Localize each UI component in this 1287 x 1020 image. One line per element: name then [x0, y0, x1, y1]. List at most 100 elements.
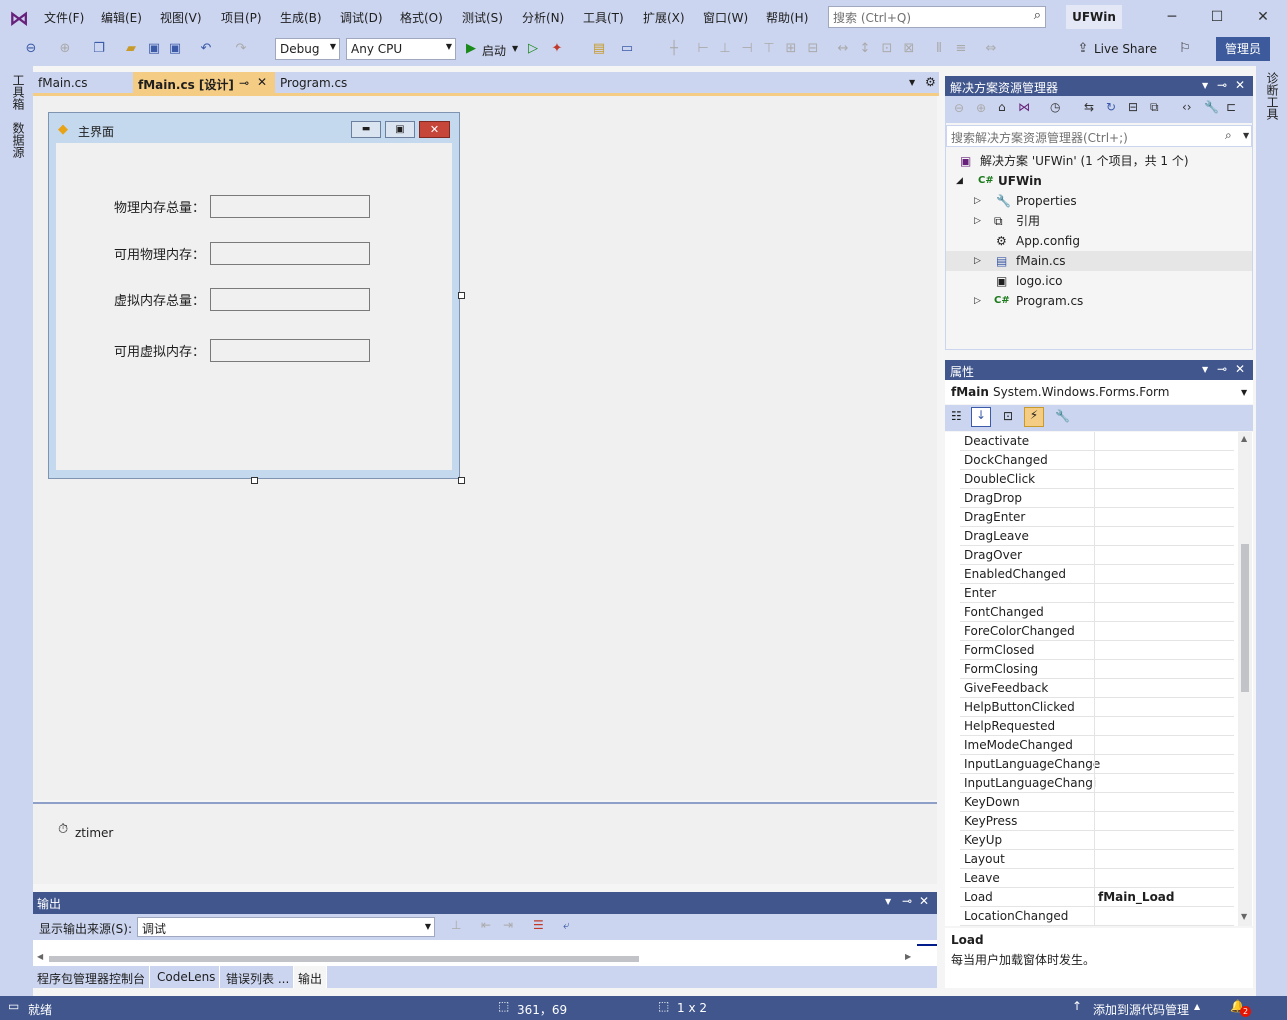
tab-fmain-designer[interactable]: fMain.cs [设计] ⊸ ✕: [133, 72, 275, 94]
forward-icon[interactable]: ⊕: [56, 40, 74, 58]
se-pin-icon[interactable]: ⊸: [1217, 78, 1227, 92]
output-close-icon[interactable]: ✕: [919, 894, 929, 908]
hot-reload-icon[interactable]: ✦: [548, 40, 566, 58]
start-icon[interactable]: ▶: [462, 40, 480, 58]
se-close-icon[interactable]: ✕: [1235, 78, 1245, 92]
align-centers-icon[interactable]: ⊥: [716, 40, 734, 58]
next-message-icon[interactable]: ⇥: [503, 918, 513, 932]
menu-item-11[interactable]: 窗口(W): [703, 9, 748, 26]
props-scroll-thumb[interactable]: [1241, 544, 1249, 692]
menu-item-12[interactable]: 帮助(H): [766, 9, 808, 26]
form-maximize-icon[interactable]: ▣: [385, 121, 415, 138]
textbox-physical-available[interactable]: [210, 242, 370, 265]
se-switch-views-icon[interactable]: ⋈: [1018, 100, 1030, 114]
props-dropdown-icon[interactable]: ▼: [1202, 365, 1208, 374]
textbox-virtual-available[interactable]: [210, 339, 370, 362]
property-row[interactable]: FormClosing: [960, 660, 1234, 679]
tab-fmain-cs[interactable]: fMain.cs: [33, 72, 131, 94]
property-row[interactable]: HelpButtonClicked: [960, 698, 1234, 717]
textbox-physical-total[interactable]: [210, 195, 370, 218]
property-row[interactable]: EnabledChanged: [960, 565, 1234, 584]
property-row[interactable]: GiveFeedback: [960, 679, 1234, 698]
align-bottoms-icon[interactable]: ⊟: [804, 40, 822, 58]
admin-badge[interactable]: 管理员: [1216, 37, 1270, 61]
property-row[interactable]: Deactivate: [960, 432, 1234, 451]
menu-item-4[interactable]: 生成(B): [280, 9, 322, 26]
scroll-right-icon[interactable]: ▶: [905, 952, 911, 961]
scroll-left-icon[interactable]: ◀: [37, 952, 43, 961]
props-close-icon[interactable]: ✕: [1235, 362, 1245, 376]
output-text-area[interactable]: ◀ ▶: [33, 940, 937, 966]
tree-item-fmain-cs[interactable]: ▷ ▤ fMain.cs: [946, 251, 1252, 271]
property-row[interactable]: FormClosed: [960, 641, 1234, 660]
events-icon[interactable]: ⚡: [1024, 407, 1044, 427]
folder-icon[interactable]: ▤: [590, 40, 608, 58]
align-grid-icon[interactable]: ┼: [665, 40, 683, 58]
se-properties-icon[interactable]: 🔧: [1204, 100, 1219, 114]
source-control-caret-icon[interactable]: ▲: [1194, 1002, 1200, 1011]
word-wrap-icon[interactable]: ⤶: [563, 918, 570, 933]
property-row[interactable]: DockChanged: [960, 451, 1234, 470]
props-pin-icon[interactable]: ⊸: [1217, 362, 1227, 376]
start-button-label[interactable]: 启动: [482, 42, 506, 59]
tree-item-program-cs[interactable]: ▷ C# Program.cs: [946, 291, 1252, 311]
tab-program-cs[interactable]: Program.cs: [275, 72, 391, 94]
se-preview-icon[interactable]: ⊏: [1226, 100, 1236, 114]
output-pin-icon[interactable]: ⊸: [902, 894, 912, 908]
property-row[interactable]: Load fMain_Load: [960, 888, 1234, 907]
property-row[interactable]: ForeColorChanged: [960, 622, 1234, 641]
se-dropdown-icon[interactable]: ▼: [1202, 81, 1208, 90]
tree-item-references[interactable]: ▷ ⧉ 引用: [946, 211, 1252, 231]
se-back-icon[interactable]: ⊖: [954, 101, 964, 115]
resize-handle-right[interactable]: [458, 292, 465, 299]
v-spacing-icon[interactable]: ≡: [952, 40, 970, 58]
tree-item-logo-ico[interactable]: ▣ logo.ico: [946, 271, 1252, 291]
datasource-tab[interactable]: 数据源: [10, 122, 27, 158]
property-row[interactable]: KeyDown: [960, 793, 1234, 812]
scroll-down-icon[interactable]: ▼: [1241, 912, 1247, 921]
menu-item-10[interactable]: 扩展(X): [643, 9, 685, 26]
props-wrench-icon[interactable]: 🔧: [1055, 409, 1070, 423]
tab-error-list[interactable]: 错误列表 ...: [222, 966, 295, 988]
make-same-size-icon[interactable]: ⊠: [900, 40, 918, 58]
center-horizontally-icon[interactable]: ⇔: [982, 40, 1000, 58]
make-same-width-icon[interactable]: ↔: [834, 40, 852, 58]
scroll-up-icon[interactable]: ▲: [1241, 434, 1247, 443]
live-share-icon[interactable]: ⇪: [1074, 40, 1092, 58]
alphabetical-icon[interactable]: ↓: [971, 407, 991, 427]
align-tops-icon[interactable]: ⊤: [760, 40, 778, 58]
property-pages-icon[interactable]: ⊡: [1003, 409, 1013, 423]
start-dropdown-icon[interactable]: ▼: [512, 44, 518, 53]
make-same-height-icon[interactable]: ↕: [856, 40, 874, 58]
se-pending-changes-icon[interactable]: ◷: [1050, 100, 1060, 114]
tree-item-app-config[interactable]: ⚙ App.config: [946, 231, 1252, 251]
tab-package-manager-console[interactable]: 程序包管理器控制台: [33, 966, 151, 988]
menu-item-6[interactable]: 格式(O): [400, 9, 443, 26]
property-row[interactable]: DragEnter: [960, 508, 1234, 527]
close-tab-icon[interactable]: ✕: [257, 75, 267, 89]
se-view-code-icon[interactable]: ‹›: [1182, 100, 1192, 114]
minimize-icon[interactable]: ─: [1157, 6, 1187, 28]
tree-project[interactable]: ◢ C# UFWin: [946, 171, 1252, 191]
collapsed-arrow-icon[interactable]: ▷: [974, 211, 981, 231]
search-input[interactable]: 搜索 (Ctrl+Q) ⌕: [828, 6, 1046, 28]
prev-message-icon[interactable]: ⇤: [481, 918, 491, 932]
menu-item-7[interactable]: 测试(S): [462, 9, 503, 26]
property-row[interactable]: FontChanged: [960, 603, 1234, 622]
categorized-icon[interactable]: ☷: [951, 409, 962, 423]
menu-item-0[interactable]: 文件(F): [44, 9, 84, 26]
save-icon[interactable]: ▣: [145, 40, 163, 58]
form-close-icon[interactable]: ✕: [419, 121, 450, 138]
property-row[interactable]: InputLanguageChange: [960, 755, 1234, 774]
property-row[interactable]: HelpRequested: [960, 717, 1234, 736]
open-icon[interactable]: ▰: [122, 40, 140, 58]
feedback-icon[interactable]: ⚐: [1176, 40, 1194, 58]
toolbox-tab[interactable]: 工具箱: [10, 74, 27, 110]
object-selector[interactable]: fMain System.Windows.Forms.Form ▼: [945, 380, 1253, 404]
maximize-icon[interactable]: ☐: [1202, 6, 1232, 28]
se-home-icon[interactable]: ⌂: [998, 100, 1006, 114]
undo-icon[interactable]: ↶: [197, 40, 215, 58]
object-selector-dropdown-icon[interactable]: ▼: [1241, 388, 1247, 397]
form-minimize-icon[interactable]: ▬: [351, 121, 381, 138]
tree-solution[interactable]: ▣ 解决方案 'UFWin' (1 个项目，共 1 个): [946, 151, 1252, 171]
